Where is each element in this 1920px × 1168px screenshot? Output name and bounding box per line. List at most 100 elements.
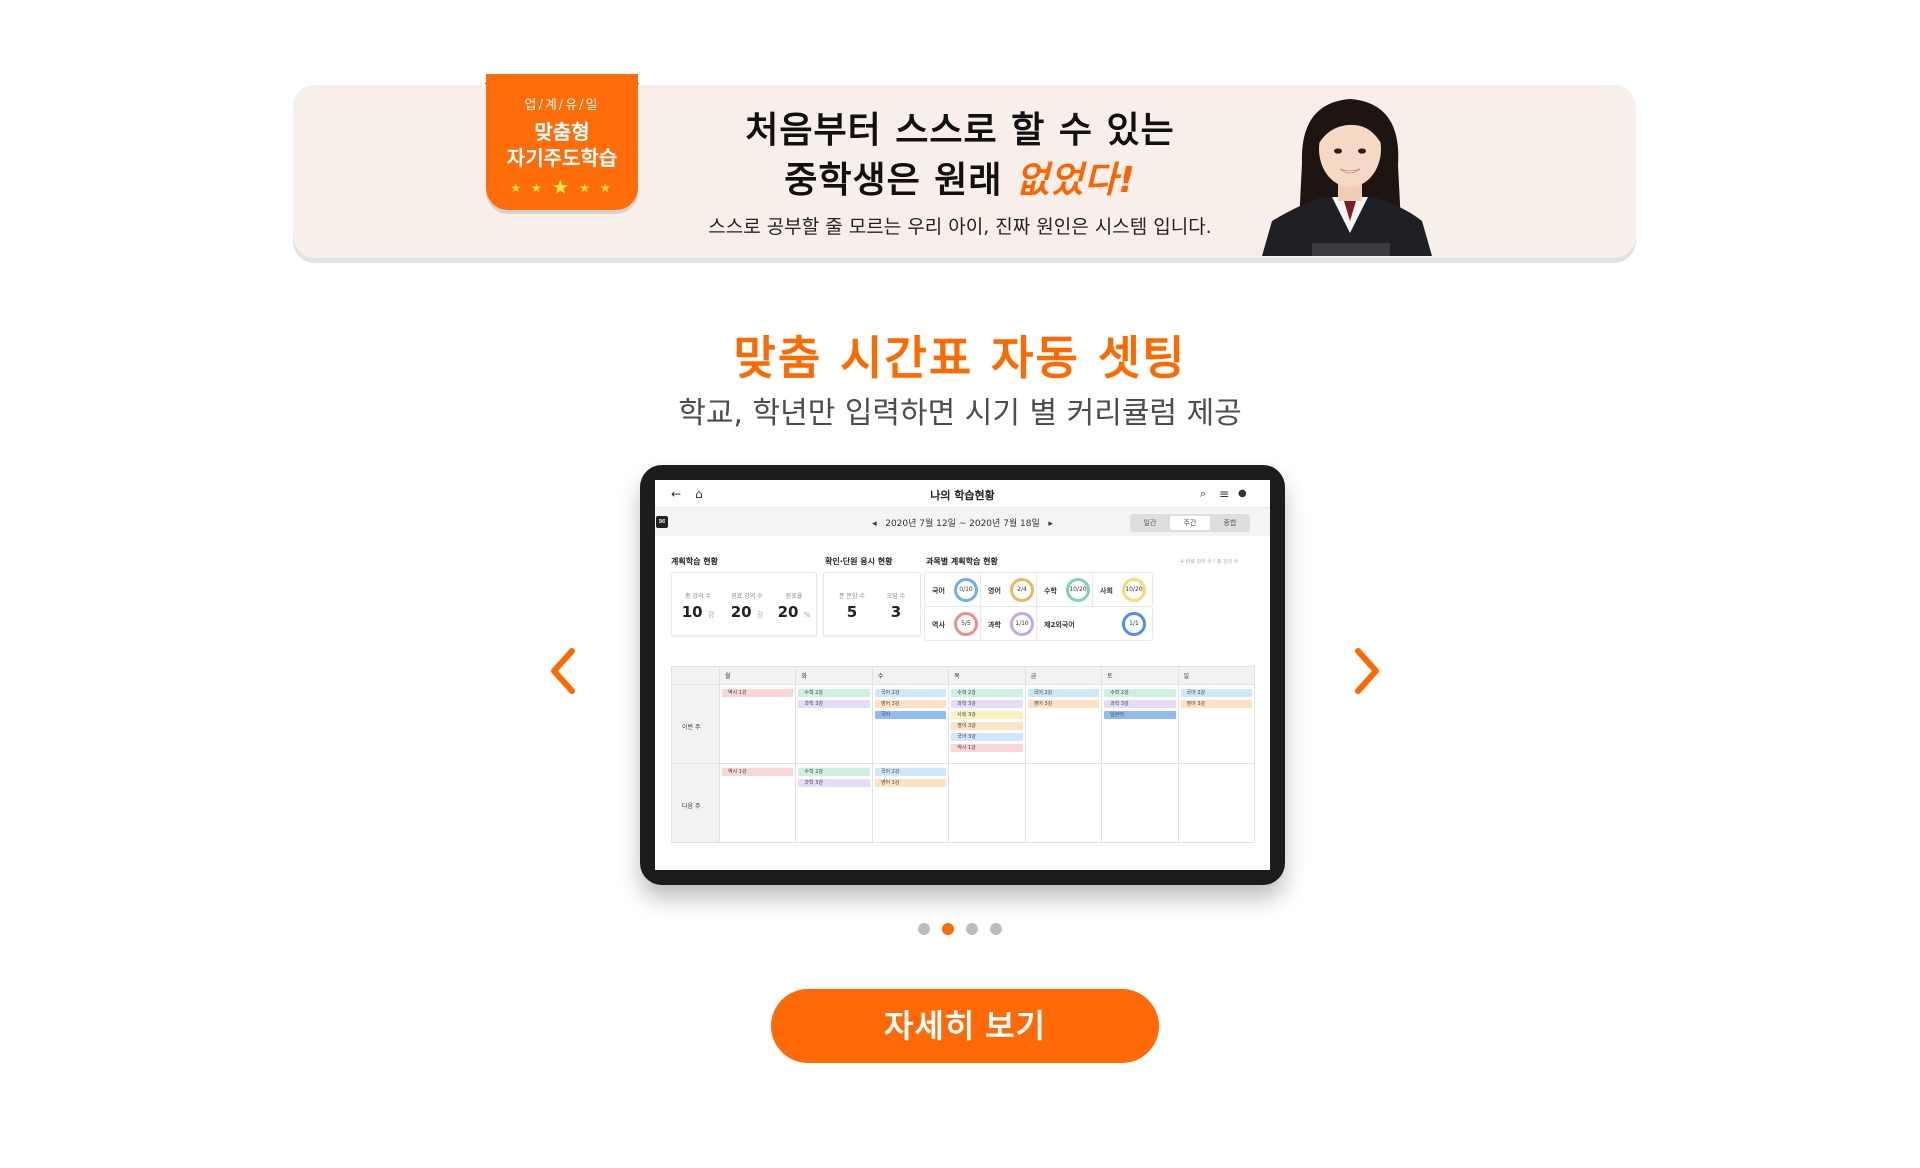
tablet-screen: ← ⌂ 나의 학습현황 ⌕ ≡ ● ✉ ◂ 2020년 7월 12일 ~ 202…: [655, 480, 1270, 870]
day-header: 금: [1024, 666, 1103, 685]
subject-name: 제2외국어: [1044, 621, 1075, 629]
subject-card[interactable]: 국어 0/10: [924, 572, 985, 607]
check-status-label: 확인·단원 응시 현황: [825, 557, 893, 566]
banner-subline: 스스로 공부할 줄 모르는 우리 아이, 진짜 원인은 시스템 입니다.: [708, 216, 1212, 238]
timetable-cell: 국어 2강영어 3강: [871, 763, 950, 843]
lesson-chip[interactable]: 과학 3강: [798, 700, 870, 708]
chevron-right-icon: [1355, 648, 1379, 694]
legend-note: ※ 완료 강의 수 / 총 강의 수: [1180, 559, 1239, 565]
timetable-cell: [1101, 763, 1179, 843]
subject-name: 영어: [988, 587, 1001, 595]
stat-completed-lectures: 완료 강의 수 20 강: [730, 593, 764, 621]
week-label: 다음 주: [671, 763, 720, 843]
progress-ring: 10/20: [1122, 578, 1146, 602]
badge-ribbon: 업/계/유/일 맞춤형 자기주도학습 ★ ★ ★ ★ ★: [478, 74, 646, 210]
lesson-chip[interactable]: 영어 3강: [1180, 700, 1252, 708]
carousel-prev-button[interactable]: [548, 647, 578, 695]
carousel-dots: [0, 920, 1920, 939]
subject-status-label: 과목별 계획학습 현황: [926, 557, 998, 566]
lesson-chip[interactable]: 국어 2강: [874, 768, 947, 776]
timetable-cell: 수학 2강과학 3강: [795, 684, 873, 764]
subject-card[interactable]: 사회 10/20: [1092, 572, 1153, 607]
subject-name: 국어: [932, 587, 945, 595]
progress-ring: 1/10: [1010, 612, 1034, 636]
lesson-chip[interactable]: 영어 3강: [951, 722, 1023, 730]
lesson-chip[interactable]: 수학 2강: [798, 768, 870, 776]
lesson-chip[interactable]: 국어 3강: [951, 733, 1023, 741]
day-header: 월: [718, 666, 797, 685]
carousel-dot[interactable]: [990, 923, 1002, 935]
tab-daily[interactable]: 일간: [1130, 518, 1170, 528]
progress-ring: 1/1: [1122, 612, 1146, 636]
date-bar: ✉ ◂ 2020년 7월 12일 ~ 2020년 7월 18일 ▸ 일간 주간 …: [655, 508, 1270, 536]
timetable-cell: 국어 2강영어 3강: [1177, 684, 1256, 764]
star-icons: ★ ★ ★ ★ ★: [510, 175, 614, 199]
carousel-dot[interactable]: [918, 923, 930, 935]
lesson-chip[interactable]: 수학 2강: [798, 689, 870, 697]
banner-headline: 처음부터 스스로 할 수 있는 중학생은 원래 없었다!: [745, 110, 1175, 201]
timetable-cell: 수학 2강과학 3강: [795, 763, 873, 843]
search-icon[interactable]: ⌕: [1200, 488, 1206, 500]
lesson-chip[interactable]: 사회 3강: [951, 711, 1023, 719]
plan-status-label: 계획학습 현황: [671, 557, 718, 566]
lesson-chip[interactable]: 과학 3강: [1104, 700, 1176, 708]
menu-icon[interactable]: ≡: [1219, 488, 1229, 500]
user-icon[interactable]: ●: [1238, 488, 1247, 500]
carousel-dot[interactable]: [942, 923, 954, 935]
timetable-cell: [1024, 763, 1103, 843]
tablet-mockup: ← ⌂ 나의 학습현황 ⌕ ≡ ● ✉ ◂ 2020년 7월 12일 ~ 202…: [640, 465, 1285, 885]
lesson-chip[interactable]: 과학 3강: [798, 779, 870, 787]
lesson-chip[interactable]: 수학 2강: [1104, 689, 1176, 697]
lesson-chip[interactable]: 수학 2강: [951, 689, 1023, 697]
stat-wrong: 오답 수 3: [886, 593, 906, 621]
subject-name: 과학: [988, 621, 1001, 629]
lesson-chip[interactable]: 역사 1강: [951, 744, 1023, 752]
prev-week-icon[interactable]: ◂: [872, 519, 877, 529]
subject-card[interactable]: 과학 1/10: [980, 606, 1041, 641]
timetable-cell: 역사 1강: [718, 684, 797, 764]
lesson-chip[interactable]: 역사 1강: [722, 689, 794, 697]
stat-total-lectures: 총 강의 수 10 강: [681, 593, 715, 621]
view-details-button[interactable]: 자세히 보기: [771, 989, 1159, 1063]
carousel-next-button[interactable]: [1352, 647, 1382, 695]
lesson-chip[interactable]: 국어 2강: [874, 689, 947, 697]
section-subtitle: 학교, 학년만 입력하면 시기 별 커리큘럼 제공: [678, 396, 1242, 431]
progress-ring: 0/10: [954, 578, 978, 602]
carousel-dot[interactable]: [966, 923, 978, 935]
day-header: 목: [948, 666, 1026, 685]
timetable-cell: [1177, 763, 1256, 843]
subject-card[interactable]: 수학 10/20: [1036, 572, 1097, 607]
lesson-chip[interactable]: 영어 3강: [874, 700, 947, 708]
subject-card[interactable]: 역사 5/5: [924, 606, 985, 641]
stat-completion-rate: 완료율 20 %: [777, 593, 811, 621]
day-header: 화: [795, 666, 873, 685]
timetable-corner: [671, 666, 720, 685]
lesson-chip[interactable]: 국어 2강: [1027, 689, 1100, 697]
lesson-chip[interactable]: 영어 3강: [874, 779, 947, 787]
chevron-left-icon: [551, 648, 575, 694]
subject-name: 역사: [932, 621, 945, 629]
lesson-chip[interactable]: 일본어: [1104, 711, 1176, 719]
lesson-chip[interactable]: 영어 3강: [1027, 700, 1100, 708]
lesson-chip[interactable]: 역사 1강: [722, 768, 794, 776]
subject-name: 수학: [1044, 587, 1057, 595]
lesson-chip[interactable]: 과학 3강: [951, 700, 1023, 708]
day-header: 수: [871, 666, 950, 685]
lesson-chip[interactable]: 국어: [874, 711, 947, 719]
tab-total[interactable]: 종합: [1210, 518, 1250, 528]
next-week-icon[interactable]: ▸: [1048, 519, 1053, 529]
subject-card[interactable]: 영어 2/4: [980, 572, 1041, 607]
subject-card[interactable]: 제2외국어 1/1: [1036, 606, 1153, 641]
subject-name: 사회: [1100, 587, 1113, 595]
app-title: 나의 학습현황: [930, 489, 995, 502]
timetable-cell: 역사 1강: [718, 763, 797, 843]
day-header: 토: [1101, 666, 1179, 685]
tab-weekly[interactable]: 주간: [1170, 516, 1210, 530]
progress-ring: 2/4: [1010, 578, 1034, 602]
progress-ring: 10/20: [1066, 578, 1090, 602]
plan-stats-card: 총 강의 수 10 강 완료 강의 수 20 강 완료율 20 %: [671, 572, 817, 636]
timetable-cell: 국어 2강영어 3강국어: [871, 684, 950, 764]
section-title: 맞춤 시간표 자동 셋팅: [733, 331, 1187, 385]
timetable-row: 다음 주 역사 1강 수학 2강 과학 3강 국어 2강 영어 3강: [671, 763, 1256, 843]
lesson-chip[interactable]: 국어 2강: [1180, 689, 1252, 697]
